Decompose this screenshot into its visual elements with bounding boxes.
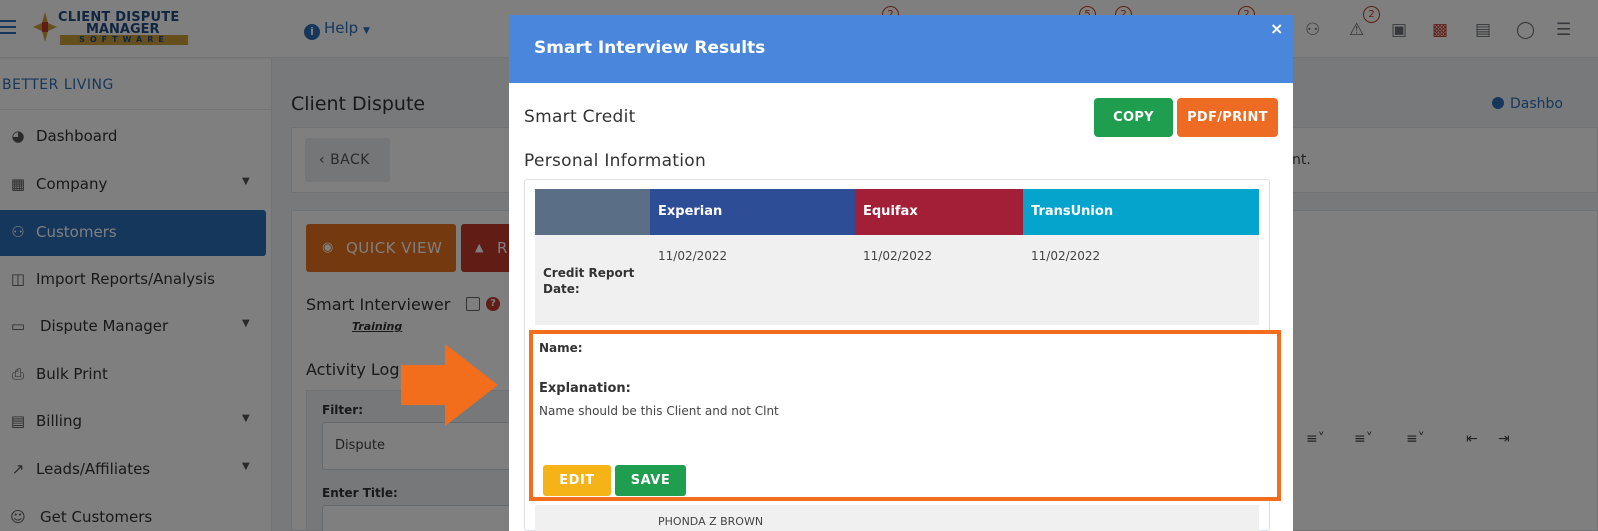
row-label: Credit Report Date: (543, 266, 635, 296)
explanation-label: Explanation: (539, 381, 631, 396)
table-row: PHONDA Z BROWN (535, 505, 1259, 531)
explanation-text: Name should be this Client and not Clnt (539, 404, 779, 418)
modal-header: Smart Interview Results × (509, 15, 1293, 83)
table-header-transunion: TransUnion (1023, 189, 1259, 235)
close-icon[interactable]: × (1270, 19, 1283, 38)
table-cell: PHONDA Z BROWN (658, 515, 764, 528)
edit-button[interactable]: EDIT (543, 465, 611, 496)
table-cell: 11/02/2022 (658, 249, 728, 263)
save-button[interactable]: SAVE (615, 465, 686, 496)
table-header-experian: Experian (650, 189, 855, 235)
table-header-equifax: Equifax (855, 189, 1023, 235)
table-cell: 11/02/2022 (1031, 249, 1101, 263)
provider-title: Smart Credit (524, 107, 636, 127)
pdf-print-button[interactable]: PDF/PRINT (1177, 98, 1278, 137)
section-title: Personal Information (524, 151, 707, 171)
smart-interview-modal: Smart Interview Results × Smart Credit C… (509, 15, 1293, 531)
name-label: Name: (539, 341, 583, 355)
copy-button[interactable]: COPY (1094, 98, 1173, 137)
pointer-arrow-icon (401, 344, 498, 426)
table-cell: 11/02/2022 (863, 249, 933, 263)
table-row: Credit Report Date: 11/02/2022 11/02/202… (535, 235, 1259, 325)
modal-title: Smart Interview Results (534, 38, 766, 58)
table-header-blank (535, 189, 650, 235)
